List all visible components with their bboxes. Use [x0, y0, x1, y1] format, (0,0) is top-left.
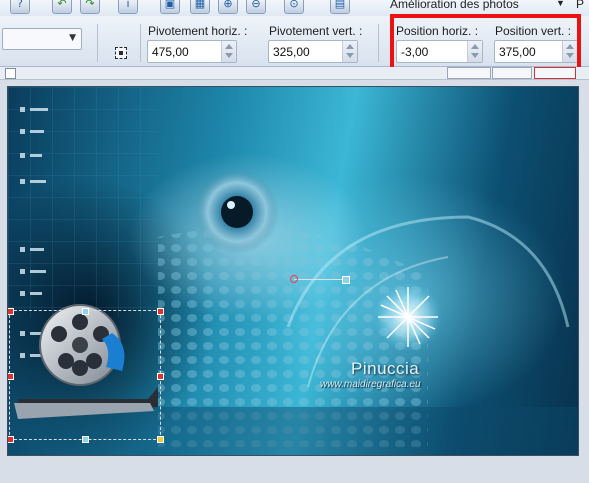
- document-tab[interactable]: [534, 67, 576, 79]
- info-icon[interactable]: i: [118, 0, 138, 14]
- enhance-dropdown-icon[interactable]: ▼: [556, 0, 565, 8]
- menu-edge-label: P: [576, 0, 585, 11]
- preset-dropdown[interactable]: ▼: [2, 28, 82, 50]
- pivot-horizontal-label: Pivotement horiz. :: [148, 24, 248, 38]
- image-icon[interactable]: ▣: [160, 0, 180, 14]
- document-tab[interactable]: [492, 67, 532, 79]
- page-icon[interactable]: ▤: [330, 0, 350, 14]
- pivot-horizontal-input[interactable]: 475,00: [147, 40, 237, 63]
- position-highlight-box: [390, 14, 581, 73]
- pick-mode-icon[interactable]: [115, 47, 127, 59]
- resize-handle[interactable]: [157, 308, 164, 315]
- resize-handle[interactable]: [157, 436, 164, 443]
- panel-divider: [378, 24, 379, 62]
- resize-handle[interactable]: [157, 373, 164, 380]
- resize-handle[interactable]: [8, 373, 14, 380]
- redo-icon[interactable]: ↷: [80, 0, 100, 14]
- brand-url: www.maidiregrafica.eu: [320, 379, 421, 390]
- zoom-in-icon[interactable]: ⊕: [218, 0, 238, 14]
- rotation-handle-line: [294, 279, 344, 280]
- resize-handle[interactable]: [8, 308, 14, 315]
- eye-highlight: [227, 201, 235, 209]
- chevron-down-icon: ▼: [69, 33, 76, 43]
- pivot-horizontal-value: 475,00: [152, 45, 189, 59]
- pivot-vertical-value: 325,00: [273, 45, 310, 59]
- star-burst-icon: [378, 287, 438, 347]
- panel-divider: [97, 24, 98, 62]
- zoom-fit-icon[interactable]: ⊙: [284, 0, 304, 14]
- enhance-photo-menu[interactable]: Amélioration des photos: [390, 0, 519, 11]
- eye-pupil: [221, 196, 253, 228]
- document-tab[interactable]: [447, 67, 491, 79]
- panel-divider: [140, 24, 141, 62]
- undo-icon[interactable]: ↶: [52, 0, 72, 14]
- grid-pattern: [8, 87, 158, 317]
- resize-handle[interactable]: [82, 436, 89, 443]
- resize-handle[interactable]: [8, 436, 14, 443]
- pivot-vertical-input[interactable]: 325,00: [268, 40, 358, 63]
- help-icon[interactable]: ?: [10, 0, 30, 14]
- pivot-vertical-label: Pivotement vert. :: [269, 24, 363, 38]
- brand-name: Pinuccia: [351, 359, 420, 378]
- pivot-point-handle[interactable]: [290, 275, 298, 283]
- zoom-out-icon[interactable]: ⊖: [246, 0, 266, 14]
- image-canvas[interactable]: Pinuccia www.maidiregrafica.eu: [7, 86, 579, 456]
- document-tab-bar: [0, 67, 589, 80]
- rotation-handle[interactable]: [342, 276, 350, 284]
- document-checkbox[interactable]: [5, 68, 16, 79]
- resize-handle[interactable]: [82, 308, 89, 315]
- grid-icon[interactable]: ▦: [190, 0, 210, 14]
- selection-bounding-box[interactable]: [8, 308, 164, 443]
- spinner-arrows-icon[interactable]: [342, 41, 357, 62]
- spinner-arrows-icon[interactable]: [221, 41, 236, 62]
